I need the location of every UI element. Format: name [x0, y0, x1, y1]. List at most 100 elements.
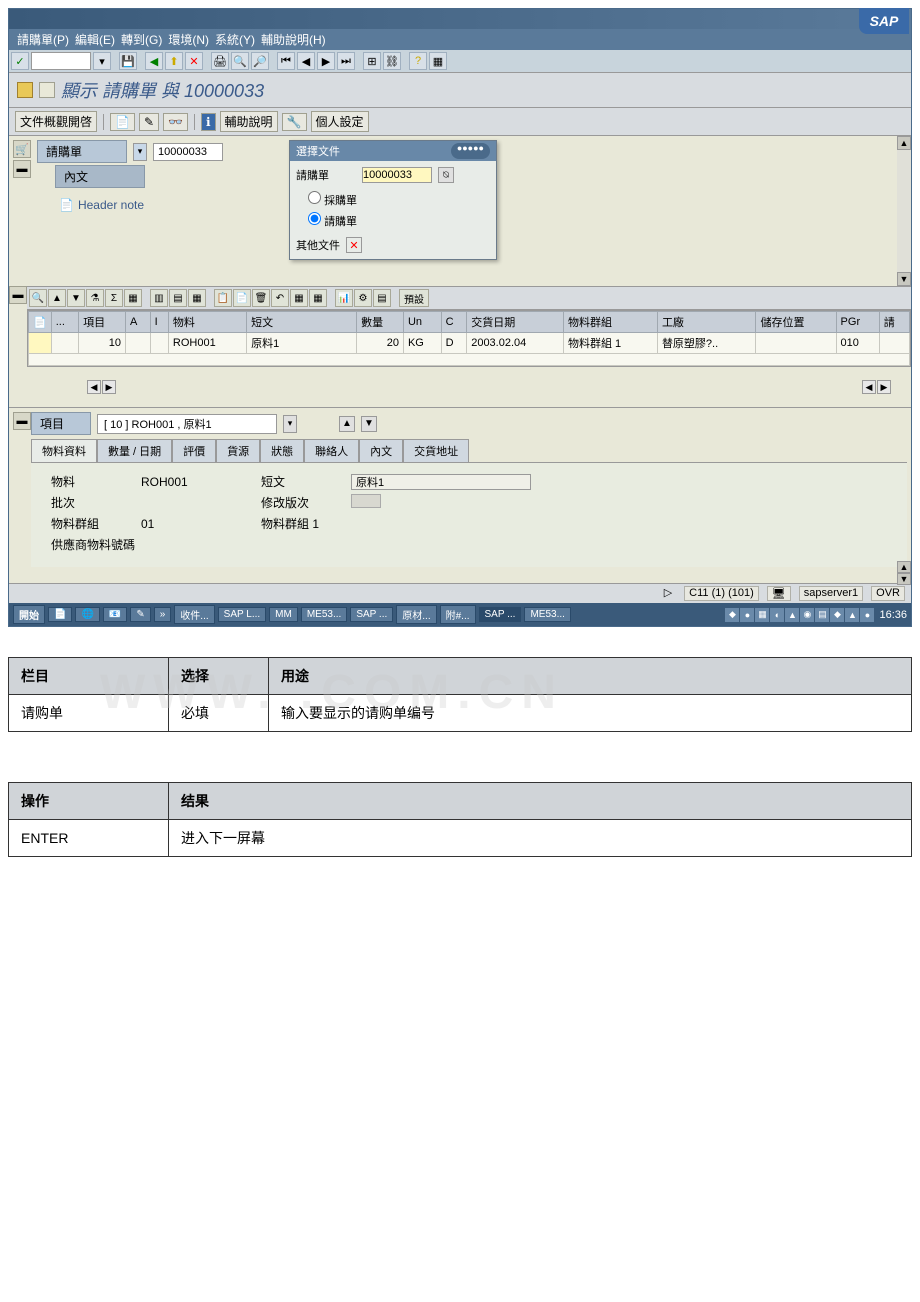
cell-matgroup[interactable]: 物料群組 1	[563, 333, 657, 354]
grid-filter-icon[interactable]: ⚗	[86, 289, 104, 307]
popup-close-icon[interactable]: ✕	[346, 237, 362, 253]
help-button[interactable]: 輔助說明	[220, 111, 278, 132]
scroll-left-icon[interactable]: ◀	[87, 380, 101, 394]
tab-status[interactable]: 狀態	[260, 439, 304, 462]
menu-help[interactable]: 輔助說明(H)	[261, 31, 326, 48]
find-icon[interactable]: 🔍	[231, 52, 249, 70]
grid-sort-asc-icon[interactable]: ▲	[48, 289, 66, 307]
popup-search-icon[interactable]: ⍉	[438, 167, 454, 183]
start-button[interactable]: 開始	[13, 605, 45, 624]
tb-sap2[interactable]: SAP ...	[479, 607, 522, 622]
cell-shorttext[interactable]: 原料1	[247, 333, 357, 354]
tray-6[interactable]: ◉	[800, 608, 814, 622]
tray-5[interactable]: ▲	[785, 608, 799, 622]
scroll-down-icon[interactable]: ▼	[897, 272, 911, 286]
pr-dropdown-icon[interactable]: ▾	[133, 143, 147, 161]
layout-icon[interactable]: ▦	[429, 52, 447, 70]
grid-btn2[interactable]: ▤	[169, 289, 187, 307]
menu-system[interactable]: 系統(Y)	[215, 31, 255, 48]
popup-pr-field[interactable]	[362, 167, 432, 183]
row-selector[interactable]	[29, 333, 52, 354]
col-sel[interactable]: 📄	[29, 312, 52, 333]
tray-8[interactable]: ◆	[830, 608, 844, 622]
item-dropdown-icon[interactable]: ▾	[283, 415, 297, 433]
collapse-icon[interactable]: ▬	[13, 160, 31, 178]
tb-inbox[interactable]: 收件...	[174, 605, 214, 624]
col-plant[interactable]: 工廠	[657, 312, 756, 333]
menu-edit[interactable]: 編輯(E)	[75, 31, 115, 48]
col-i[interactable]: I	[150, 312, 168, 333]
title-icon1[interactable]	[17, 82, 33, 98]
create-icon[interactable]: 📄	[110, 113, 135, 131]
print-icon[interactable]: 🖨	[211, 52, 229, 70]
tb-raw[interactable]: 原材...	[396, 605, 436, 624]
cell-pgr[interactable]: 010	[836, 333, 879, 354]
grid-variant-icon[interactable]: ▤	[373, 289, 391, 307]
grid-paste-icon[interactable]: 📄	[233, 289, 251, 307]
table-row[interactable]: 10 ROH001 原料1 20 KG D 2003.02.04 物料群組 1 …	[29, 333, 910, 354]
cart-icon[interactable]: 🛒	[13, 140, 31, 158]
cancel-icon[interactable]: ✕	[185, 52, 203, 70]
info-icon[interactable]: ℹ	[201, 113, 216, 131]
col-req[interactable]: 請	[879, 312, 909, 333]
grid-delete-icon[interactable]: 🗑	[252, 289, 270, 307]
grid-detail-icon[interactable]: 🔍	[29, 289, 47, 307]
col-delivdate[interactable]: 交貨日期	[467, 312, 564, 333]
doc-overview-button[interactable]: 文件概觀開啓	[15, 111, 97, 132]
col-material[interactable]: 物料	[168, 312, 246, 333]
scroll-down2-icon[interactable]: ▼	[897, 573, 911, 585]
prev-page-icon[interactable]: ◀	[297, 52, 315, 70]
quicklaunch-more[interactable]: »	[154, 607, 172, 622]
prev-item-icon[interactable]: ▲	[339, 416, 355, 432]
grid-excel-icon[interactable]: 📊	[335, 289, 353, 307]
grid-extra1-icon[interactable]: ▦	[290, 289, 308, 307]
tab-text[interactable]: 內文	[359, 439, 403, 462]
scroll-up2-icon[interactable]: ▲	[897, 561, 911, 573]
personal-button[interactable]: 個人設定	[311, 111, 369, 132]
input-shorttext[interactable]	[351, 474, 531, 490]
radio-pr[interactable]: 請購單	[308, 212, 490, 229]
tray-1[interactable]: ◆	[725, 608, 739, 622]
cell-plant[interactable]: 替原塑膠?..	[657, 333, 756, 354]
col-qty[interactable]: 數量	[357, 312, 404, 333]
tab-source[interactable]: 貨源	[216, 439, 260, 462]
enter-icon[interactable]: ✓	[11, 52, 29, 70]
tb-me53b[interactable]: ME53...	[524, 607, 570, 622]
grid-btn3[interactable]: ▦	[188, 289, 206, 307]
tray-9[interactable]: ▲	[845, 608, 859, 622]
dropdown-icon[interactable]: ▾	[93, 52, 111, 70]
cell-unit[interactable]: KG	[403, 333, 441, 354]
new-session-icon[interactable]: ⊞	[363, 52, 381, 70]
find-next-icon[interactable]: 🔎	[251, 52, 269, 70]
tab-material-data[interactable]: 物料資料	[31, 439, 97, 462]
quicklaunch-4[interactable]: ✎	[130, 607, 150, 622]
command-field[interactable]	[31, 52, 91, 70]
first-page-icon[interactable]: ⏮	[277, 52, 295, 70]
change-icon[interactable]: ✎	[139, 113, 159, 131]
grid-sort-desc-icon[interactable]: ▼	[67, 289, 85, 307]
col-a[interactable]: A	[125, 312, 150, 333]
tb-attach[interactable]: 附#...	[440, 605, 476, 624]
cell-qty[interactable]: 20	[357, 333, 404, 354]
item-collapse-icon[interactable]: ▬	[13, 412, 31, 430]
tab-qty-date[interactable]: 數量 / 日期	[97, 439, 172, 462]
tray-4[interactable]: ◐	[770, 608, 784, 622]
scroll-left2-icon[interactable]: ◀	[862, 380, 876, 394]
next-page-icon[interactable]: ▶	[317, 52, 335, 70]
grid-sum-icon[interactable]: Σ	[105, 289, 123, 307]
radio-po[interactable]: 採購單	[308, 191, 490, 208]
tb-mm[interactable]: MM	[269, 607, 298, 622]
grid-collapse-icon[interactable]: ▬	[9, 286, 27, 304]
menu-env[interactable]: 環境(N)	[168, 31, 209, 48]
grid-default-icon[interactable]: 預設	[399, 289, 429, 307]
grid-extra2-icon[interactable]: ▦	[309, 289, 327, 307]
back-icon[interactable]: ◀	[145, 52, 163, 70]
tab-delivery-addr[interactable]: 交貨地址	[403, 439, 469, 462]
grid-copy-icon[interactable]: 📋	[214, 289, 232, 307]
quicklaunch-3[interactable]: 📧	[103, 607, 127, 622]
save-icon[interactable]: 💾	[119, 52, 137, 70]
tb-sap[interactable]: SAP ...	[350, 607, 393, 622]
scroll-right-icon[interactable]: ▶	[102, 380, 116, 394]
grid-btn1[interactable]: ▥	[150, 289, 168, 307]
menu-goto[interactable]: 轉到(G)	[121, 31, 162, 48]
